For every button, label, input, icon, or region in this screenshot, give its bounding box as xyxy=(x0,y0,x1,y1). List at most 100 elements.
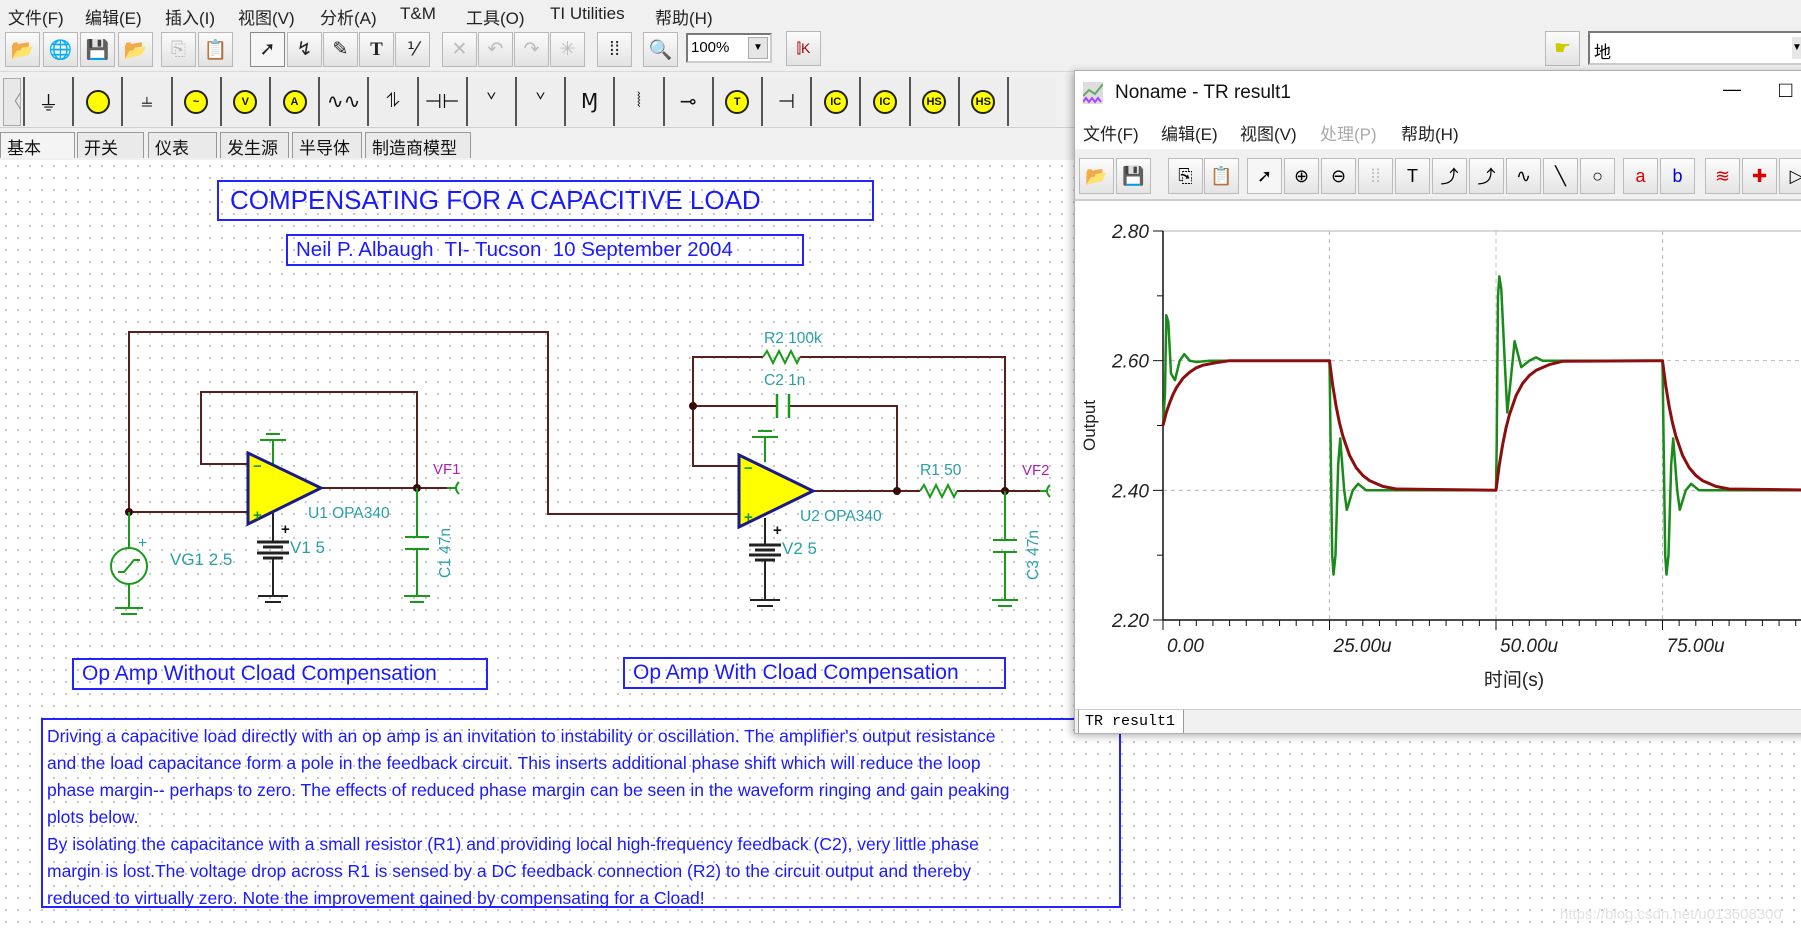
zoom-in-icon: ⊕ xyxy=(1293,165,1310,186)
window-title-bar[interactable]: Noname - TR result1 — □ xyxy=(1075,71,1801,116)
vf2-pin-icon[interactable] xyxy=(1040,484,1051,498)
watermark: https://blog.csdn.net/u013608300 xyxy=(1560,906,1782,923)
cursor-a-icon: a xyxy=(1635,165,1646,186)
component-ground[interactable]: ⏚ xyxy=(23,77,72,126)
ground-icon xyxy=(752,430,778,462)
component-inductor[interactable]: ᘁ xyxy=(465,77,515,126)
component-resistor[interactable]: ∿∿ xyxy=(318,77,368,126)
component-voltage-generator[interactable]: ~ xyxy=(170,77,220,126)
component-ic-current-plus[interactable]: IC xyxy=(859,77,909,126)
open-recent-button[interactable]: 📂 xyxy=(118,32,153,67)
text-t-button[interactable]: T xyxy=(359,32,394,67)
r1-label: R1 50 xyxy=(920,462,962,479)
transformer-m-icon: Ɱ xyxy=(581,91,599,113)
triangle-button[interactable]: ▷ xyxy=(1779,158,1801,194)
component-current-source[interactable] xyxy=(72,77,122,126)
tab-tr-result1[interactable]: TR result1 xyxy=(1078,710,1184,733)
thermistor-icon: T xyxy=(725,89,750,114)
component-battery[interactable]: ⫨ xyxy=(121,77,171,126)
battery-v2-icon[interactable] xyxy=(749,543,781,562)
zoom-100-button[interactable]: ⊖ xyxy=(1321,158,1356,194)
zoom-in-button[interactable]: ⊕ xyxy=(1284,158,1319,194)
grid-button[interactable]: ⁞⁞ xyxy=(597,32,632,67)
paste-button[interactable]: 📋 xyxy=(198,32,233,67)
wire-tool-button[interactable]: ⅟ xyxy=(395,32,430,67)
component-transformer-m[interactable]: Ɱ xyxy=(564,77,614,126)
zoom-button[interactable]: 🔍 xyxy=(643,32,678,67)
component-ic-current[interactable]: IC xyxy=(810,77,860,126)
pointer-arrow-button[interactable]: ➚ xyxy=(1247,158,1282,194)
formula-button[interactable]: ∿ xyxy=(1506,158,1541,194)
undo-button[interactable]: ↶ xyxy=(478,32,513,67)
ammeter-icon: A xyxy=(282,89,307,114)
plus-sign: + xyxy=(773,522,782,539)
wire-u1-feedback[interactable] xyxy=(200,391,418,488)
copy-button[interactable]: ⎘ xyxy=(1168,158,1203,194)
cursor-b-button[interactable]: b xyxy=(1660,158,1695,194)
capacitor-c1-icon[interactable] xyxy=(404,488,430,603)
component-transformer[interactable]: ⦚ xyxy=(613,77,663,126)
wire-button[interactable]: ↯ xyxy=(287,32,322,67)
result-tab-bar: TR result1 xyxy=(1075,709,1801,733)
component-hs[interactable]: HS xyxy=(908,77,958,126)
delete-x-button[interactable]: ✕ xyxy=(442,32,477,67)
cursor-a-button[interactable]: a xyxy=(1623,158,1658,194)
redo-icon: ↷ xyxy=(523,39,540,60)
u1-label: U1 OPA340 xyxy=(308,505,390,522)
component-potentiometer[interactable]: ⥮ xyxy=(367,77,417,126)
menu-process[interactable]: 处理(P) xyxy=(1320,120,1377,145)
component-switch[interactable]: ⊸ xyxy=(662,77,712,126)
wire-u2-inverting[interactable] xyxy=(692,356,763,467)
battery-v1-icon[interactable] xyxy=(257,540,289,560)
variable-inductor-icon: ᘁ xyxy=(535,90,546,112)
save-disk-button[interactable]: 💾 xyxy=(1116,158,1151,194)
annotate-text-button[interactable]: ⤴ xyxy=(1432,158,1467,194)
vf1-pin-icon[interactable] xyxy=(447,481,460,495)
component-empty-slot[interactable] xyxy=(1007,77,1056,126)
resistor-r1-icon[interactable] xyxy=(919,482,958,500)
pencil-button[interactable]: ✎ xyxy=(323,32,358,67)
web-globe-button[interactable]: 🌐 xyxy=(43,32,78,67)
v1-label: V1 5 xyxy=(290,538,325,557)
grid-button[interactable]: ⁞⁞ xyxy=(1358,158,1393,194)
component-thermistor[interactable]: T xyxy=(711,77,761,126)
text-t-button[interactable]: T xyxy=(1395,158,1430,194)
component-capacitor-polar[interactable]: ⊣ xyxy=(761,77,810,126)
maximize-button[interactable]: □ xyxy=(1779,77,1792,103)
component-hs-plus[interactable]: HS xyxy=(957,77,1007,126)
component-voltmeter[interactable]: V xyxy=(219,77,269,126)
menu-file[interactable]: 文件(F) xyxy=(1083,120,1139,145)
paste-icon: 📋 xyxy=(1210,165,1233,186)
capacitor-c3-icon[interactable] xyxy=(992,491,1018,607)
wire-c2-right[interactable] xyxy=(789,405,898,491)
copy-icon: ⎘ xyxy=(170,38,187,60)
circle-button[interactable]: ○ xyxy=(1580,158,1615,194)
component-ammeter[interactable]: A xyxy=(269,77,318,126)
annotate-question-button[interactable]: ⤴ xyxy=(1469,158,1504,194)
open-folder-button[interactable]: 📂 xyxy=(1079,158,1114,194)
transient-chart[interactable]: 2.20 2.40 2.60 2.80 0.00 25.00u 50.00u 75.00u 时间… xyxy=(1075,201,1801,711)
component-capacitor[interactable]: ⊣⊢ xyxy=(416,77,466,126)
wire-vg1-to-u2[interactable] xyxy=(128,331,739,515)
save-disk-button[interactable]: 💾 xyxy=(80,32,115,67)
menu-view[interactable]: 视图(V) xyxy=(1240,120,1297,145)
redo-button[interactable]: ↷ xyxy=(514,32,549,67)
plus-sign: + xyxy=(281,521,290,538)
paste-button[interactable]: 📋 xyxy=(1204,158,1239,194)
menu-edit[interactable]: 编辑(E) xyxy=(1161,120,1218,145)
junction-button[interactable]: ✳ xyxy=(550,32,585,67)
copy-button[interactable]: ⎘ xyxy=(161,32,196,67)
line-button[interactable]: ╲ xyxy=(1543,158,1578,194)
delete-x-icon: ✕ xyxy=(451,39,468,60)
component-variable-inductor[interactable]: ᘁ xyxy=(515,77,564,126)
minimize-button[interactable]: — xyxy=(1723,79,1741,100)
resistor-r2-icon[interactable] xyxy=(762,348,801,366)
open-folder-button[interactable]: 📂 xyxy=(5,32,40,67)
pointer-arrow-button[interactable]: ➚ xyxy=(250,32,285,67)
add-curve-button[interactable]: ≋ xyxy=(1705,158,1740,194)
text-t-icon: T xyxy=(1407,165,1418,186)
wire-r2[interactable] xyxy=(800,356,1006,491)
menu-help[interactable]: 帮助(H) xyxy=(1401,120,1459,145)
capacitor-c2-icon[interactable] xyxy=(775,394,791,418)
probe-button[interactable]: ✚ xyxy=(1742,158,1777,194)
